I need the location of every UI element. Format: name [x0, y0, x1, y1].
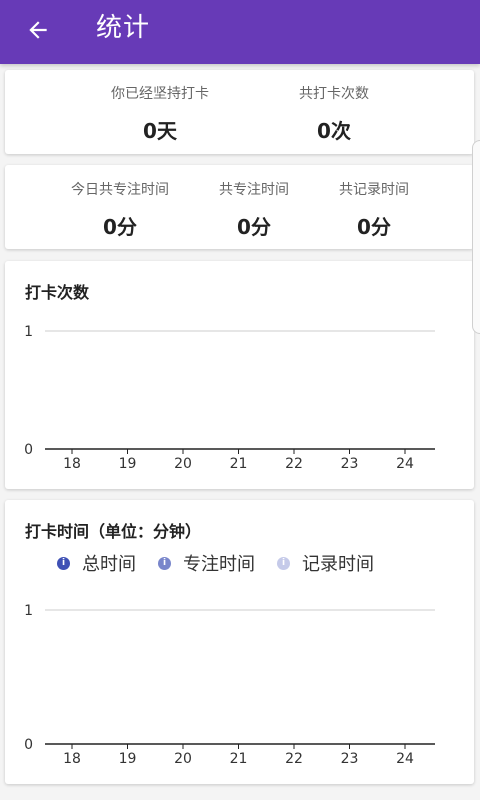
x-tick-label: 22: [285, 456, 303, 472]
page-title: 统计: [96, 13, 151, 43]
x-tick-label: 18: [63, 751, 81, 767]
chart-card-checkin-count: 打卡次数 0 1 18 19 20 21 22 23 24: [5, 261, 474, 489]
x-tick-label: 18: [63, 456, 81, 472]
checkin-count-chart: 0 1 18 19 20 21 22 23 24: [24, 324, 435, 472]
x-tick-label: 19: [119, 456, 137, 472]
y-tick-label: 0: [24, 737, 33, 753]
arrow-back-icon: [29, 21, 47, 39]
stat-streak-days: 你已经坚持打卡 0天: [85, 85, 235, 144]
y-tick-label: 0: [24, 442, 33, 458]
x-tick-label: 24: [396, 751, 414, 767]
checkin-time-chart: 0 1 18 19 20 21 22 23 24: [24, 603, 435, 767]
y-tick-label: 1: [24, 324, 33, 340]
x-tick-label: 23: [341, 751, 359, 767]
stat-total-record: 共记录时间 0分: [299, 181, 449, 240]
chart-card-checkin-time: 打卡时间（单位：分钟） i 总时间 i 专注时间 i 记录时间 0 1 18 19 20…: [5, 500, 474, 784]
stat-today-focus: 今日共专注时间 0分: [45, 181, 195, 240]
x-tick-label: 23: [341, 456, 359, 472]
summary-card-checkin: 你已经坚持打卡 0天 共打卡次数 0次: [5, 70, 474, 154]
stat-value: 0次: [317, 119, 351, 143]
x-tick-label: 20: [174, 456, 192, 472]
stat-label: 你已经坚持打卡: [111, 86, 209, 102]
x-tick-label: 22: [285, 751, 303, 767]
y-tick-label: 1: [24, 603, 33, 619]
stat-value: 0分: [357, 215, 391, 239]
stat-checkin-count: 共打卡次数 0次: [259, 85, 409, 144]
back-button[interactable]: [20, 12, 56, 48]
x-tick-label: 19: [119, 751, 137, 767]
stat-label: 今日共专注时间: [71, 182, 169, 198]
x-tick-label: 24: [396, 456, 414, 472]
x-tick-label: 21: [230, 751, 248, 767]
stat-value: 0天: [143, 119, 177, 143]
scroll-edge-glow: [472, 140, 480, 334]
x-tick-label: 20: [174, 751, 192, 767]
stat-label: 共记录时间: [339, 182, 409, 198]
stat-value: 0分: [103, 215, 137, 239]
app-bar: 统计: [0, 0, 480, 64]
summary-card-time: 今日共专注时间 0分 共专注时间 0分 共记录时间 0分: [5, 165, 474, 249]
stat-label: 共打卡次数: [299, 86, 369, 102]
x-tick-label: 21: [230, 456, 248, 472]
